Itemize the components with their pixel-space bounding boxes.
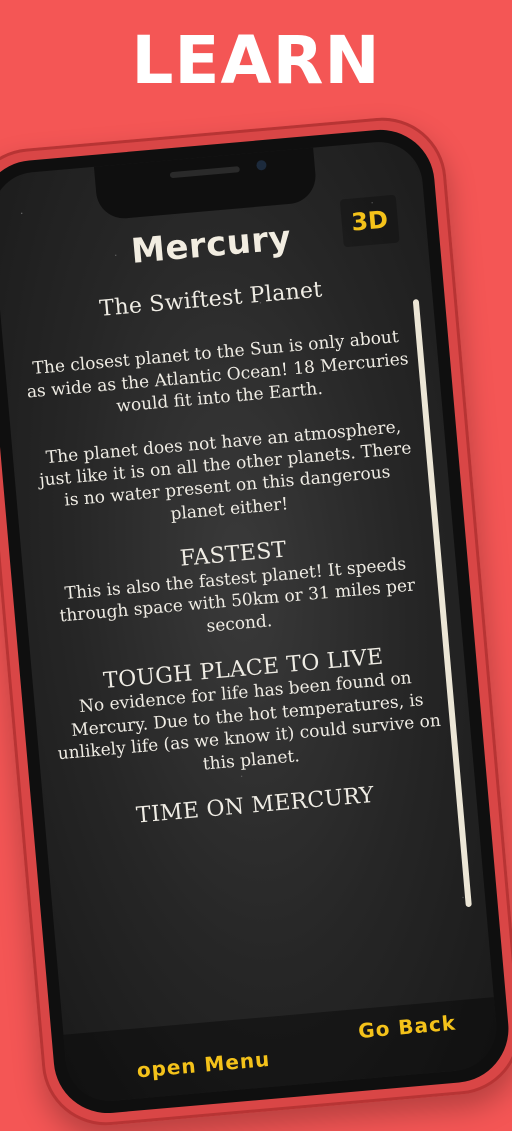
go-back-button[interactable]: Go Back bbox=[357, 1011, 457, 1043]
speaker-grille bbox=[169, 166, 240, 179]
app-screen: Mercury 3D The Swiftest Planet The close… bbox=[0, 138, 500, 1105]
open-menu-button[interactable]: open Menu bbox=[136, 1047, 271, 1083]
phone-frame: Mercury 3D The Swiftest Planet The close… bbox=[0, 112, 512, 1131]
view-3d-button[interactable]: 3D bbox=[339, 194, 400, 248]
planet-info-scroll[interactable]: The Swiftest Planet The closest planet t… bbox=[18, 270, 467, 1043]
phone-mockup: Mercury 3D The Swiftest Planet The close… bbox=[0, 0, 512, 1131]
camera-icon bbox=[256, 159, 267, 171]
phone-bezel: Mercury 3D The Swiftest Planet The close… bbox=[0, 125, 512, 1118]
phone-notch bbox=[93, 145, 318, 221]
